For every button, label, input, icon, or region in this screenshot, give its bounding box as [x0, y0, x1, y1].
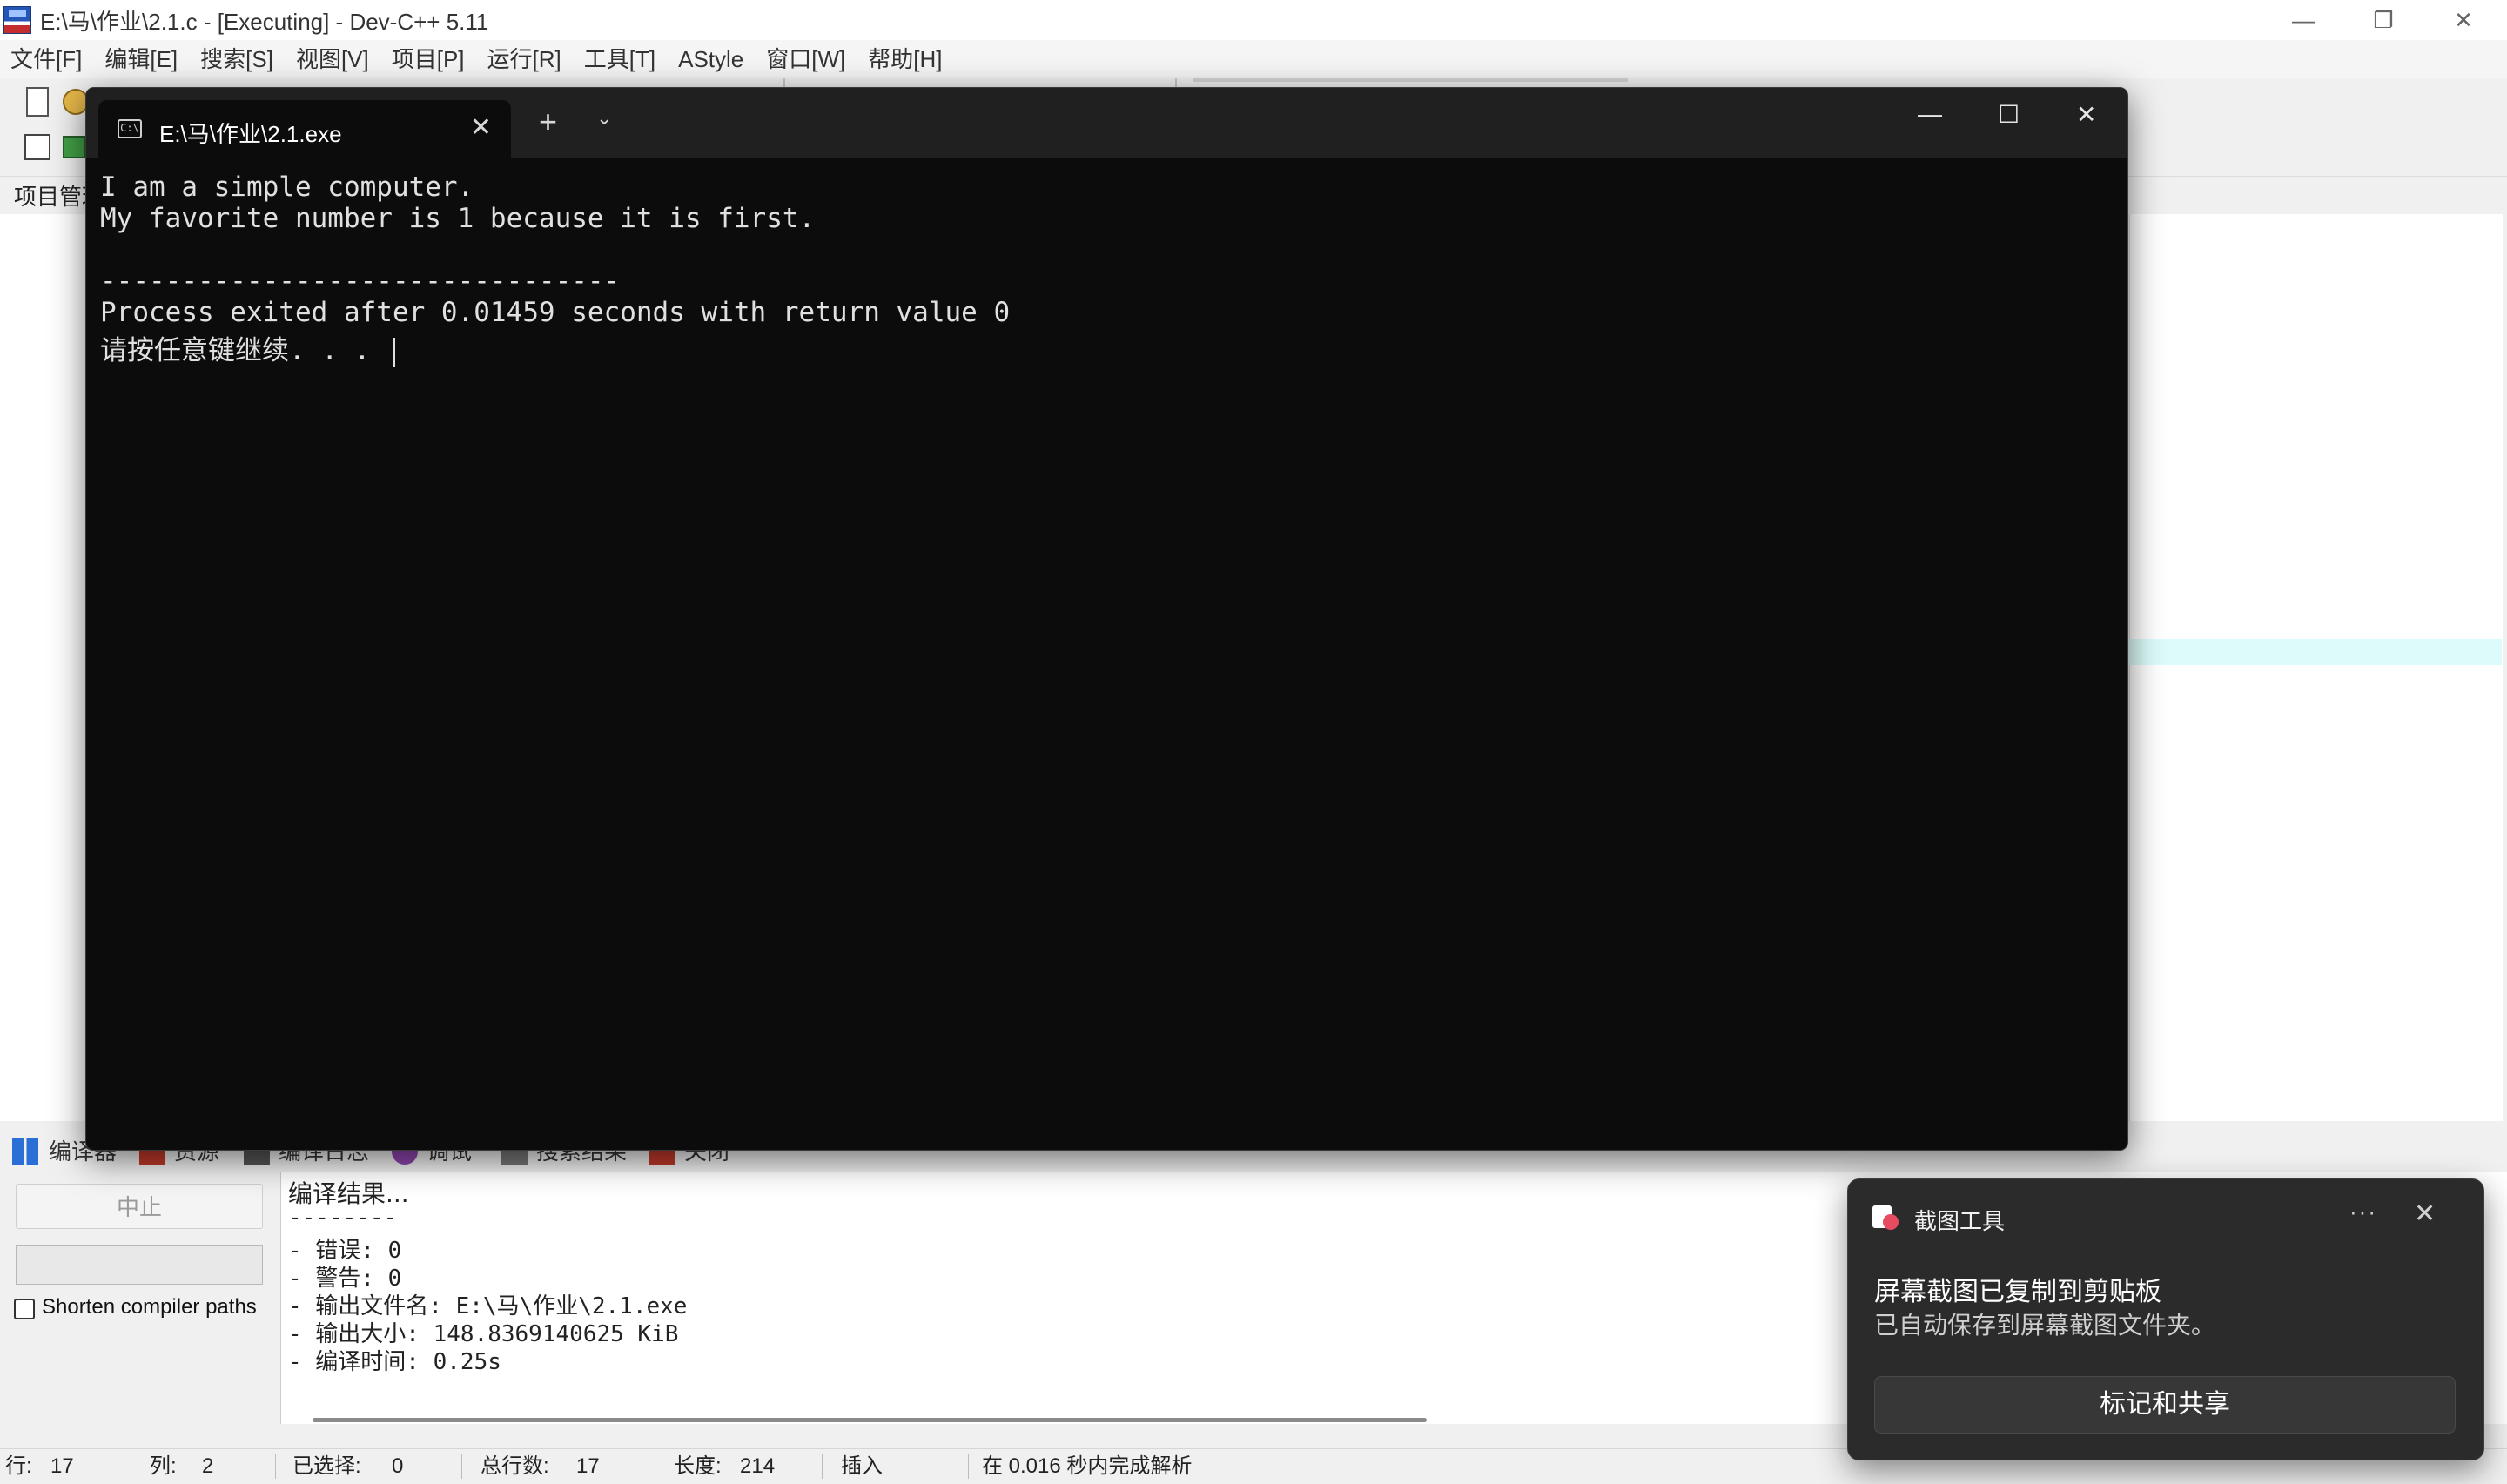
toolbar-combo-edge [1193, 78, 1628, 82]
ide-close-button[interactable]: ✕ [2423, 0, 2504, 40]
status-total-value: 17 [576, 1454, 600, 1478]
ide-restore-button[interactable]: ❐ [2343, 0, 2423, 40]
menu-view[interactable]: 视图[V] [286, 40, 381, 78]
terminal-minimize-button[interactable]: — [1918, 100, 1942, 128]
terminal-line: I am a simple computer. [100, 171, 474, 203]
menu-astyle[interactable]: AStyle [668, 40, 756, 78]
toast-body: 已自动保存到屏幕截图文件夹。 [1874, 1312, 2216, 1339]
new-tab-button[interactable]: + [539, 104, 557, 140]
ide-menubar: 文件[F] 编辑[E] 搜索[S] 视图[V] 项目[P] 运行[R] 工具[T… [0, 40, 2507, 78]
ide-window-title: E:\马\作业\2.1.c - [Executing] - Dev-C++ 5.… [40, 8, 489, 35]
status-separator [822, 1454, 823, 1479]
terminal-maximize-button[interactable]: ☐ [1998, 100, 2020, 129]
console-icon: C:\ [118, 119, 142, 138]
terminal-tab-title: E:\马\作业\2.1.exe [159, 121, 342, 147]
snipping-tool-icon [1872, 1205, 1899, 1232]
ide-titlebar: E:\马\作业\2.1.c - [Executing] - Dev-C++ 5.… [0, 0, 2507, 40]
terminal-window: C:\ E:\马\作业\2.1.exe ✕ + ⌄ — ☐ ✕ I am a s… [85, 87, 2128, 1151]
terminal-prompt-line: 请按任意键继续. . . [100, 328, 395, 367]
status-total-label: 总行数: [481, 1454, 549, 1478]
shorten-paths-label[interactable]: Shorten compiler paths [42, 1295, 257, 1319]
snipping-toast[interactable]: 截图工具 ··· ✕ 屏幕截图已复制到剪贴板 已自动保存到屏幕截图文件夹。 标记… [1847, 1178, 2484, 1460]
menu-tools[interactable]: 工具[T] [574, 40, 668, 78]
text-cursor [393, 337, 395, 367]
compile-progress [16, 1245, 263, 1285]
add-icon[interactable] [63, 136, 85, 158]
menu-window[interactable]: 窗口[W] [756, 40, 857, 78]
terminal-output[interactable]: I am a simple computer. My favorite numb… [100, 171, 2114, 1150]
status-col-label: 列: [150, 1454, 177, 1478]
terminal-line: Process exited after 0.01459 seconds wit… [100, 297, 1011, 328]
terminal-close-button[interactable]: ✕ [2076, 100, 2096, 129]
terminal-line: -------------------------------- [100, 265, 621, 297]
status-insert-mode: 插入 [841, 1454, 883, 1478]
menu-file[interactable]: 文件[F] [0, 40, 94, 78]
log-line: - 编译时间: 0.25s [288, 1349, 501, 1375]
current-line-highlight [2129, 639, 2502, 665]
status-col-value: 2 [202, 1454, 214, 1478]
menu-project[interactable]: 项目[P] [381, 40, 477, 78]
new-file-icon[interactable] [26, 87, 49, 117]
status-parse-message: 在 0.016 秒内完成解析 [982, 1454, 1193, 1478]
more-options-icon[interactable]: ··· [2349, 1199, 2377, 1225]
project-icon[interactable] [24, 134, 50, 160]
terminal-line: My favorite number is 1 because it is fi… [100, 203, 816, 234]
shorten-paths-checkbox[interactable] [14, 1299, 35, 1319]
status-selected-value: 0 [392, 1454, 404, 1478]
tab-close-icon[interactable]: ✕ [470, 112, 492, 143]
menu-edit[interactable]: 编辑[E] [94, 40, 190, 78]
tab-dropdown-icon[interactable]: ⌄ [596, 107, 612, 130]
status-selected-label: 已选择: [292, 1454, 361, 1478]
menu-help[interactable]: 帮助[H] [857, 40, 954, 78]
log-horizontal-scrollbar[interactable] [313, 1418, 1427, 1422]
toast-headline: 屏幕截图已复制到剪贴板 [1874, 1278, 2161, 1306]
terminal-line: 请按任意键继续. . . [100, 335, 386, 366]
abort-button[interactable]: 中止 [16, 1184, 263, 1229]
toast-app-name: 截图工具 [1914, 1208, 2006, 1234]
compiler-tab-icon [12, 1138, 38, 1165]
menu-search[interactable]: 搜索[S] [190, 40, 286, 78]
log-line: -------- [288, 1205, 398, 1231]
status-separator [275, 1454, 276, 1479]
menu-run[interactable]: 运行[R] [477, 40, 574, 78]
project-pane [0, 214, 98, 1121]
terminal-tab[interactable]: C:\ E:\马\作业\2.1.exe ✕ [98, 100, 511, 158]
status-separator [461, 1454, 462, 1479]
devcpp-app-icon[interactable] [3, 6, 31, 34]
status-line-value: 17 [50, 1454, 74, 1478]
status-separator [968, 1454, 969, 1479]
markup-share-button[interactable]: 标记和共享 [1874, 1376, 2456, 1434]
status-line-label: 行: [5, 1454, 32, 1478]
toast-close-icon[interactable]: ✕ [2414, 1199, 2436, 1229]
code-editor[interactable] [2129, 214, 2503, 1121]
terminal-titlebar[interactable]: C:\ E:\马\作业\2.1.exe ✕ + ⌄ — ☐ ✕ [86, 88, 2127, 158]
status-length-label: 长度: [674, 1454, 722, 1478]
status-length-value: 214 [740, 1454, 776, 1478]
ide-minimize-button[interactable]: — [2263, 0, 2343, 40]
